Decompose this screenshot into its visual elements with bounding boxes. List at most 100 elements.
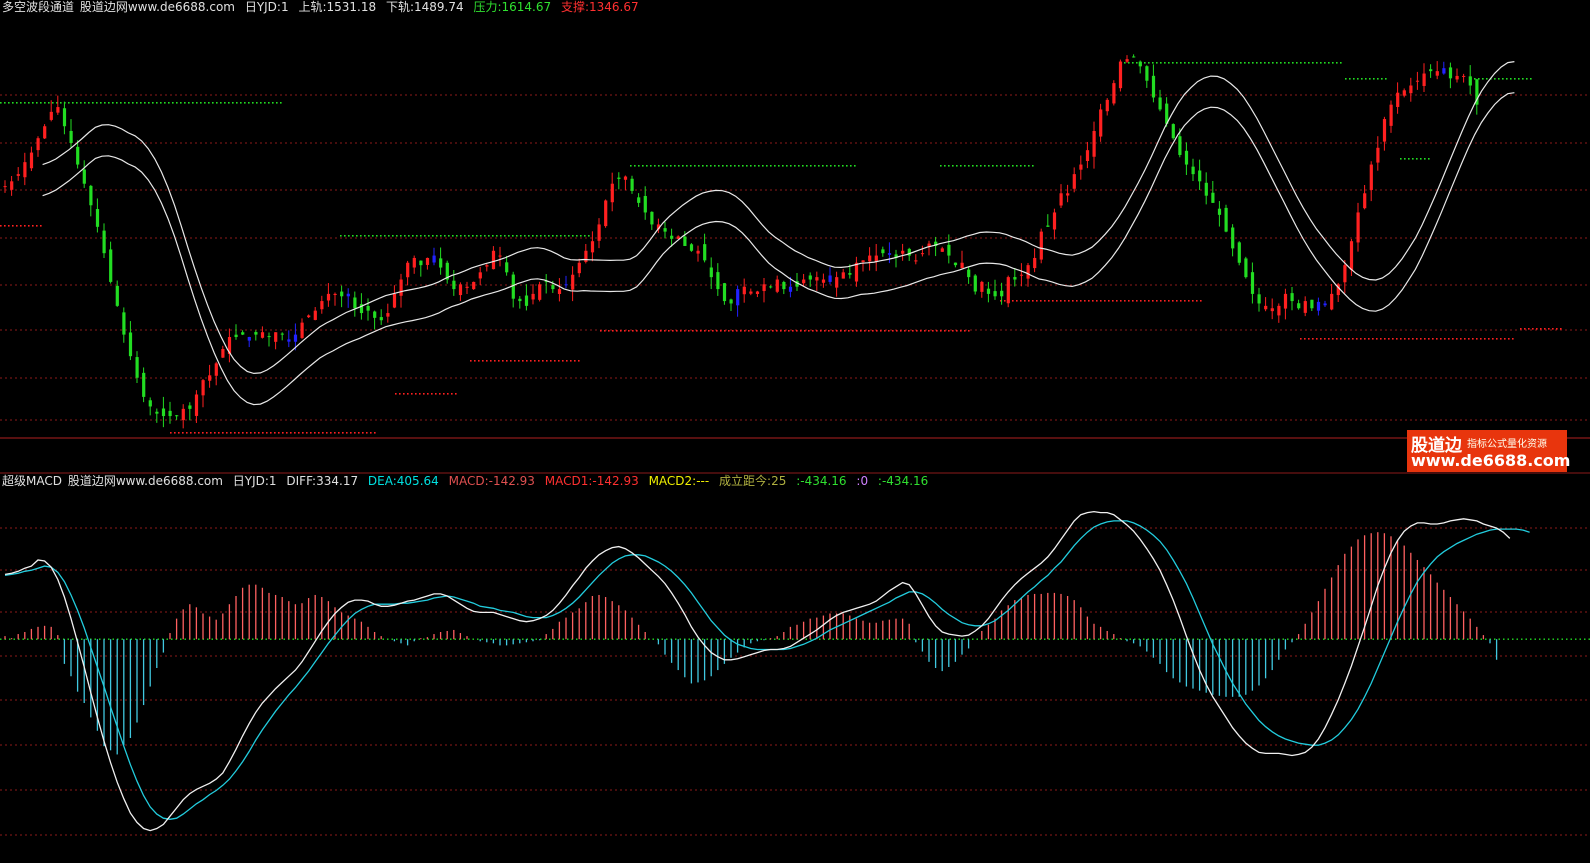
- level-dot: [664, 330, 666, 332]
- level-dot: [156, 102, 158, 104]
- level-dot: [1000, 165, 1002, 167]
- level-dot: [1044, 300, 1046, 302]
- candle-body: [557, 289, 562, 294]
- level-dot: [270, 432, 272, 434]
- level-dot: [720, 330, 722, 332]
- level-dot: [620, 330, 622, 332]
- level-dot: [1172, 300, 1174, 302]
- channel-line: [42, 61, 1515, 375]
- candle-body: [1409, 85, 1413, 94]
- level-dot: [1296, 62, 1298, 64]
- level-dot: [616, 330, 618, 332]
- level-dot: [448, 235, 450, 237]
- candle-body: [1237, 242, 1241, 263]
- candle-body: [538, 284, 542, 300]
- level-dot: [500, 235, 502, 237]
- level-dot: [1252, 62, 1254, 64]
- candle-body: [1217, 208, 1222, 215]
- level-dot: [698, 165, 700, 167]
- level-dot: [956, 165, 958, 167]
- candlestick-series[interactable]: [3, 54, 1479, 429]
- level-dot: [334, 432, 336, 434]
- candle-body: [1297, 303, 1301, 309]
- level-dot: [532, 235, 534, 237]
- level-dot: [314, 432, 316, 434]
- candle-body: [392, 293, 397, 308]
- level-dot: [512, 235, 514, 237]
- level-dot: [136, 102, 138, 104]
- level-dot: [572, 235, 574, 237]
- level-dot: [152, 102, 154, 104]
- macd-value: MACD:-142.93: [448, 474, 535, 488]
- candle-body: [208, 375, 212, 381]
- extra-value-2: :0: [856, 474, 869, 488]
- level-dot: [1160, 62, 1162, 64]
- macd2-value: MACD2:---: [648, 474, 710, 488]
- level-dot: [520, 235, 522, 237]
- candle-body: [1006, 277, 1010, 304]
- candle-body: [901, 250, 905, 254]
- level-dot: [842, 165, 844, 167]
- candle-body: [1019, 274, 1024, 276]
- watermark-logo[interactable]: 股道边 指标公式量化资源 www.de6688.com: [1407, 430, 1570, 472]
- candle-body: [524, 295, 529, 306]
- level-dot: [814, 165, 816, 167]
- period-label: 日YJD:1: [244, 0, 289, 14]
- macd-histogram[interactable]: [4, 532, 1498, 755]
- level-dot: [1412, 338, 1414, 340]
- level-dot: [984, 165, 986, 167]
- level-dot: [435, 393, 437, 395]
- level-dot: [672, 330, 674, 332]
- candle-body: [940, 248, 944, 252]
- level-dot: [554, 360, 556, 362]
- level-dot: [443, 393, 445, 395]
- level-dot: [1236, 62, 1238, 64]
- level-dot: [358, 432, 360, 434]
- level-dot: [12, 102, 14, 104]
- level-dot: [1208, 62, 1210, 64]
- candle-body: [241, 332, 245, 335]
- macd-title: 超级MACD: [2, 474, 62, 488]
- level-dot: [778, 165, 780, 167]
- level-dot: [708, 330, 710, 332]
- level-dot: [1428, 338, 1430, 340]
- level-dot: [1272, 62, 1274, 64]
- level-dot: [1536, 328, 1538, 330]
- level-dot: [1280, 62, 1282, 64]
- candle-body: [1158, 97, 1162, 110]
- candle-body: [505, 262, 509, 273]
- level-dot: [758, 165, 760, 167]
- level-dot: [560, 235, 562, 237]
- level-dot: [976, 165, 978, 167]
- level-dot: [36, 225, 38, 227]
- level-dot: [439, 393, 441, 395]
- level-dot: [1544, 328, 1546, 330]
- level-dot: [280, 102, 282, 104]
- level-dot: [344, 235, 346, 237]
- level-dot: [432, 235, 434, 237]
- level-dot: [1132, 62, 1134, 64]
- level-dot: [350, 432, 352, 434]
- candle-body: [1310, 299, 1314, 309]
- candle-body: [3, 186, 7, 188]
- level-dot: [948, 330, 950, 332]
- candle-body: [1244, 258, 1248, 278]
- candle-body: [703, 244, 707, 261]
- level-dot: [436, 235, 438, 237]
- level-dot: [68, 102, 70, 104]
- level-dot: [1452, 338, 1454, 340]
- level-dot: [736, 330, 738, 332]
- level-dot: [728, 330, 730, 332]
- level-dot: [674, 165, 676, 167]
- candle-body: [1072, 174, 1076, 189]
- diff-value: DIFF:334.17: [286, 474, 359, 488]
- candle-body: [280, 333, 284, 335]
- level-dot: [32, 225, 34, 227]
- level-dot: [980, 165, 982, 167]
- candle-body: [584, 250, 588, 262]
- level-dot: [836, 330, 838, 332]
- level-dot: [1530, 78, 1532, 80]
- level-dot: [538, 360, 540, 362]
- level-dot: [564, 235, 566, 237]
- level-dot: [330, 432, 332, 434]
